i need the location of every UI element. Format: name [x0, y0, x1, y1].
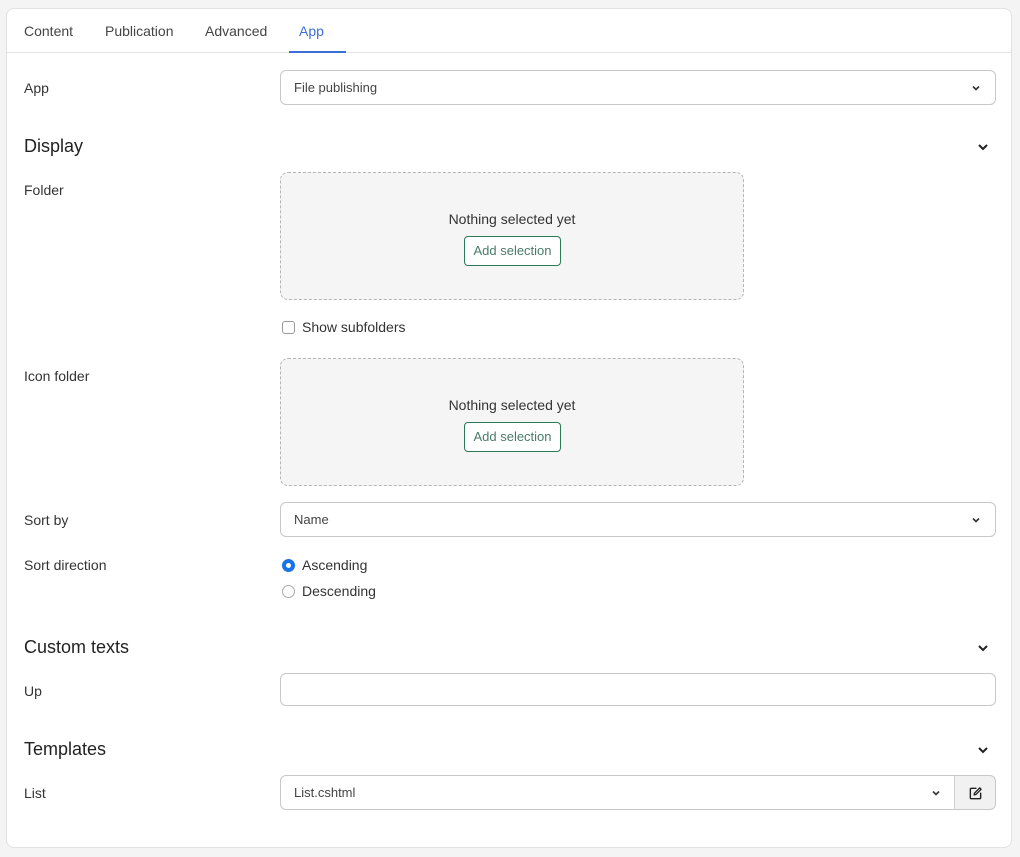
tab-bar: Content Publication Advanced App	[7, 9, 1011, 53]
list-template-value: List.cshtml	[294, 785, 356, 800]
chevron-down-icon	[932, 790, 940, 796]
up-text-input[interactable]	[280, 673, 996, 706]
tab-advanced[interactable]: Advanced	[205, 23, 267, 39]
folder-label: Folder	[24, 182, 64, 198]
folder-add-selection-button[interactable]: Add selection	[464, 236, 561, 266]
templates-collapse-chevron-icon[interactable]	[975, 742, 991, 758]
icon-folder-label: Icon folder	[24, 368, 90, 384]
sort-direction-label: Sort direction	[24, 557, 107, 573]
folder-empty-text: Nothing selected yet	[448, 211, 576, 227]
icon-folder-picker: Nothing selected yet Add selection	[280, 358, 744, 486]
list-template-select[interactable]: List.cshtml	[280, 775, 956, 810]
display-collapse-chevron-icon[interactable]	[975, 139, 991, 155]
list-template-label: List	[24, 785, 46, 801]
display-section-title: Display	[24, 136, 84, 156]
templates-section-title: Templates	[24, 739, 107, 759]
icon-folder-empty-text: Nothing selected yet	[448, 397, 576, 413]
icon-folder-add-selection-button[interactable]: Add selection	[464, 422, 561, 452]
descending-label: Descending	[302, 583, 376, 599]
sort-by-label: Sort by	[24, 512, 69, 528]
custom-texts-section-title: Custom texts	[24, 637, 130, 657]
settings-card: Content Publication Advanced App App Fil…	[6, 8, 1012, 848]
tab-content[interactable]: Content	[24, 23, 73, 39]
chevron-down-icon	[972, 517, 980, 523]
edit-icon	[969, 787, 982, 800]
sort-descending-option[interactable]: Descending	[282, 583, 376, 599]
ascending-radio[interactable]	[282, 558, 295, 572]
sort-by-value: Name	[294, 512, 329, 527]
show-subfolders-label: Show subfolders	[302, 319, 406, 335]
show-subfolders-row[interactable]: Show subfolders	[282, 319, 406, 335]
ascending-label: Ascending	[302, 557, 368, 573]
up-label: Up	[24, 683, 42, 699]
tab-app[interactable]: App	[299, 23, 324, 39]
app-select[interactable]: File publishing	[280, 70, 996, 105]
app-label: App	[24, 80, 49, 96]
chevron-down-icon	[972, 85, 980, 91]
sort-ascending-option[interactable]: Ascending	[282, 557, 367, 573]
custom-texts-collapse-chevron-icon[interactable]	[975, 640, 991, 656]
folder-picker: Nothing selected yet Add selection	[280, 172, 744, 300]
tab-publication[interactable]: Publication	[105, 23, 174, 39]
edit-template-button[interactable]	[954, 775, 996, 810]
app-select-value: File publishing	[294, 80, 378, 95]
descending-radio[interactable]	[282, 584, 295, 598]
active-tab-indicator	[289, 51, 346, 53]
show-subfolders-checkbox[interactable]	[282, 320, 295, 334]
sort-by-select[interactable]: Name	[280, 502, 996, 537]
